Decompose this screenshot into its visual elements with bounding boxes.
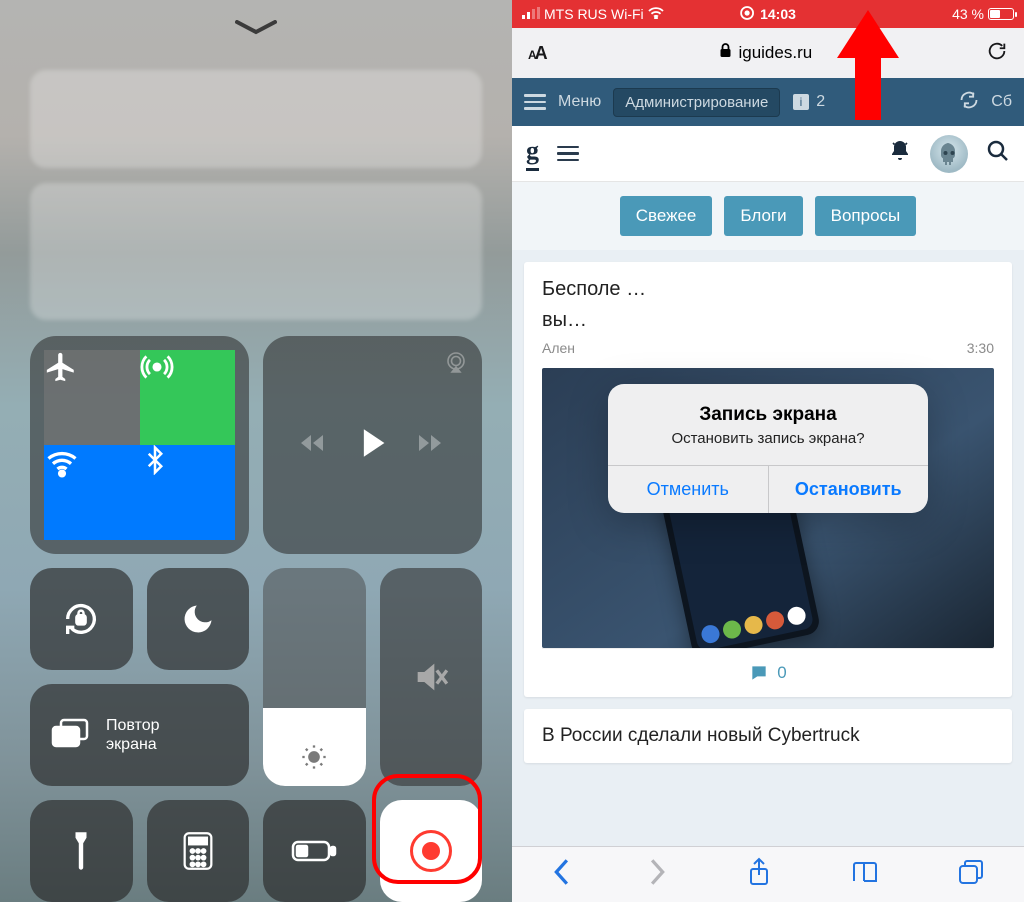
bookmarks-button[interactable] xyxy=(851,860,879,889)
wifi-icon xyxy=(648,6,664,22)
share-button[interactable] xyxy=(747,857,771,892)
signal-icon xyxy=(522,6,540,22)
site-header: g xyxy=(512,126,1024,182)
volume-slider[interactable] xyxy=(380,568,483,786)
site-logo[interactable]: g xyxy=(526,136,539,171)
tab-blogs[interactable]: Блоги xyxy=(724,196,802,236)
hamburger-icon[interactable] xyxy=(557,146,579,162)
tab-questions[interactable]: Вопросы xyxy=(815,196,917,236)
search-icon[interactable] xyxy=(986,139,1010,168)
record-icon xyxy=(410,830,452,872)
annotation-arrow-icon xyxy=(837,10,899,125)
rotation-lock-button[interactable] xyxy=(30,568,133,670)
notifications-badge[interactable]: i 2 xyxy=(792,93,825,111)
flashlight-button[interactable] xyxy=(30,800,133,902)
airplay-icon[interactable] xyxy=(444,350,468,379)
brightness-slider[interactable] xyxy=(263,568,366,786)
safari-toolbar xyxy=(512,846,1024,902)
alert-message: Остановить запись экрана? xyxy=(626,430,910,447)
comments-count: 0 xyxy=(777,663,786,683)
menu-label[interactable]: Меню xyxy=(558,93,601,111)
bell-icon[interactable] xyxy=(888,139,912,168)
wifi-button[interactable] xyxy=(44,445,140,540)
content-area: Бесполе … вы… Ален 3:30 0 xyxy=(512,250,1024,820)
safari-address-bar[interactable]: AA iguides.ru xyxy=(512,28,1024,78)
home-blurred-shortcuts xyxy=(30,70,482,320)
alert-stop-button[interactable]: Остановить xyxy=(768,466,929,513)
article-author: Ален xyxy=(542,340,575,356)
control-center-screen: Повтор экрана xyxy=(0,0,512,902)
article-subtitle-partial: вы xyxy=(542,309,567,331)
safari-screen: MTS RUS Wi-Fi 14:03 43 % AA i xyxy=(512,0,1024,902)
forward-button[interactable] xyxy=(649,858,667,891)
avatar[interactable] xyxy=(930,135,968,173)
article-time: 3:30 xyxy=(967,340,994,356)
screen-recording-alert: Запись экрана Остановить запись экрана? … xyxy=(608,384,928,513)
recording-indicator-icon xyxy=(740,6,754,23)
reload-button[interactable] xyxy=(986,40,1008,67)
carrier-label: MTS RUS xyxy=(544,6,607,22)
category-tabs: Свежее Блоги Вопросы xyxy=(512,182,1024,250)
svg-text:i: i xyxy=(800,95,803,109)
media-play-icon[interactable] xyxy=(359,427,387,464)
back-button[interactable] xyxy=(552,858,570,891)
admin-button[interactable]: Администрирование xyxy=(613,88,780,117)
text-size-button[interactable]: AA xyxy=(528,43,546,64)
refresh-label-partial: Сб xyxy=(991,93,1012,111)
alert-title: Запись экрана xyxy=(626,404,910,426)
screen-record-button[interactable] xyxy=(380,800,483,902)
dismiss-chevron-icon[interactable] xyxy=(235,20,277,41)
clock-label: 14:03 xyxy=(760,6,796,22)
brightness-icon xyxy=(300,743,328,776)
screen-mirror-icon xyxy=(50,717,90,754)
cellular-data-button[interactable] xyxy=(140,350,236,445)
screen-mirroring-button[interactable]: Повтор экрана xyxy=(30,684,249,786)
battery-icon xyxy=(988,8,1014,20)
url-label: iguides.ru xyxy=(738,43,812,63)
lock-icon xyxy=(719,43,732,63)
bluetooth-button[interactable] xyxy=(140,445,236,540)
low-power-button[interactable] xyxy=(263,800,366,902)
do-not-disturb-button[interactable] xyxy=(147,568,250,670)
network-label: Wi-Fi xyxy=(611,6,644,22)
calculator-button[interactable] xyxy=(147,800,250,902)
battery-percent: 43 % xyxy=(952,6,984,22)
media-tile[interactable] xyxy=(263,336,482,554)
media-prev-icon[interactable] xyxy=(299,431,329,460)
article-title-partial: Бесп xyxy=(542,278,587,300)
comments-button[interactable]: 0 xyxy=(542,648,994,697)
airplane-mode-button[interactable] xyxy=(44,350,140,445)
media-next-icon[interactable] xyxy=(417,431,447,460)
connectivity-tile[interactable] xyxy=(30,336,249,554)
hamburger-icon[interactable] xyxy=(524,94,546,110)
site-admin-toolbar: Меню Администрирование i 2 Сб xyxy=(512,78,1024,126)
screen-mirror-label: Повтор экрана xyxy=(106,716,160,754)
tab-fresh[interactable]: Свежее xyxy=(620,196,713,236)
article-card-2[interactable]: В России сделали новый Cybertruck xyxy=(524,709,1012,763)
status-bar-recording[interactable]: MTS RUS Wi-Fi 14:03 43 % xyxy=(512,0,1024,28)
alert-cancel-button[interactable]: Отменить xyxy=(608,466,768,513)
refresh-icon[interactable] xyxy=(959,90,979,115)
tabs-button[interactable] xyxy=(958,859,984,890)
article-2-title: В России сделали новый Cybertruck xyxy=(542,725,860,746)
